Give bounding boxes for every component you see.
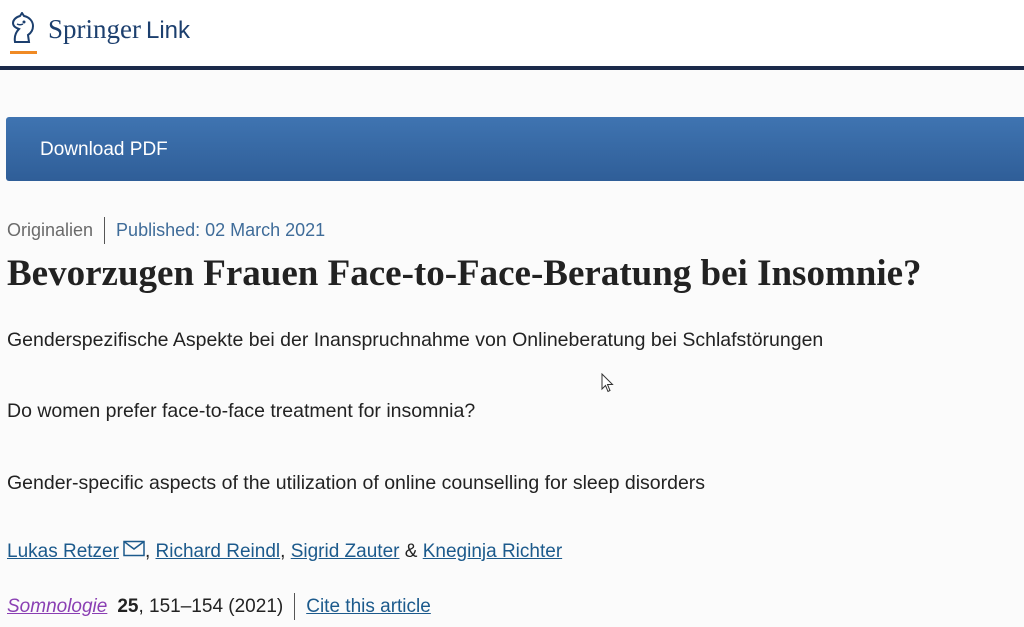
published-date: Published: 02 March 2021 [116,219,326,240]
site-header: Springer Link [0,0,1024,70]
meta-divider [104,216,106,244]
article-title: Bevorzugen Frauen Face-to-Face-Beratung … [7,253,922,294]
author-link-zauter[interactable]: Sigrid Zauter [291,541,400,563]
envelope-icon[interactable] [123,540,145,557]
logo-accent-underline [10,51,37,54]
horse-head-logo-icon [11,12,35,43]
author-separator: & [404,541,418,562]
journal-pages: , 151–154 (2021) [138,595,284,617]
journal-citation: Somnologie 25 , 151–154 (2021) Cite this… [7,593,431,620]
author-separator: , [144,541,151,562]
download-pdf-label: Download PDF [40,139,168,160]
article-subtitle-de: Genderspezifische Aspekte bei der Inansp… [7,329,824,351]
article-subtitle-en: Gender-specific aspects of the utilizati… [7,472,706,494]
author-list: Lukas Retzer , Richard Reindl , Sigrid Z… [7,540,562,563]
download-pdf-button[interactable]: Download PDF [6,117,1024,181]
journal-link[interactable]: Somnologie [7,596,107,618]
brand-name: Springer [48,14,141,44]
springer-link-logo[interactable]: Springer Link [6,12,190,54]
author-link-richter[interactable]: Kneginja Richter [423,541,562,563]
mouse-pointer-icon [601,373,614,393]
logo-wordmark: Springer Link [48,14,190,45]
author-link-retzer[interactable]: Lukas Retzer [7,541,119,563]
journal-divider [294,593,296,620]
author-separator: , [280,541,286,562]
article-type: Originalien [7,219,94,240]
journal-volume: 25 [117,595,139,617]
cite-this-article-link[interactable]: Cite this article [306,596,431,618]
article-title-en: Do women prefer face-to-face treatment f… [7,400,476,422]
author-link-reindl[interactable]: Richard Reindl [156,541,281,563]
brand-suffix: Link [145,17,191,44]
article-meta: Originalien Published: 02 March 2021 [7,216,325,244]
